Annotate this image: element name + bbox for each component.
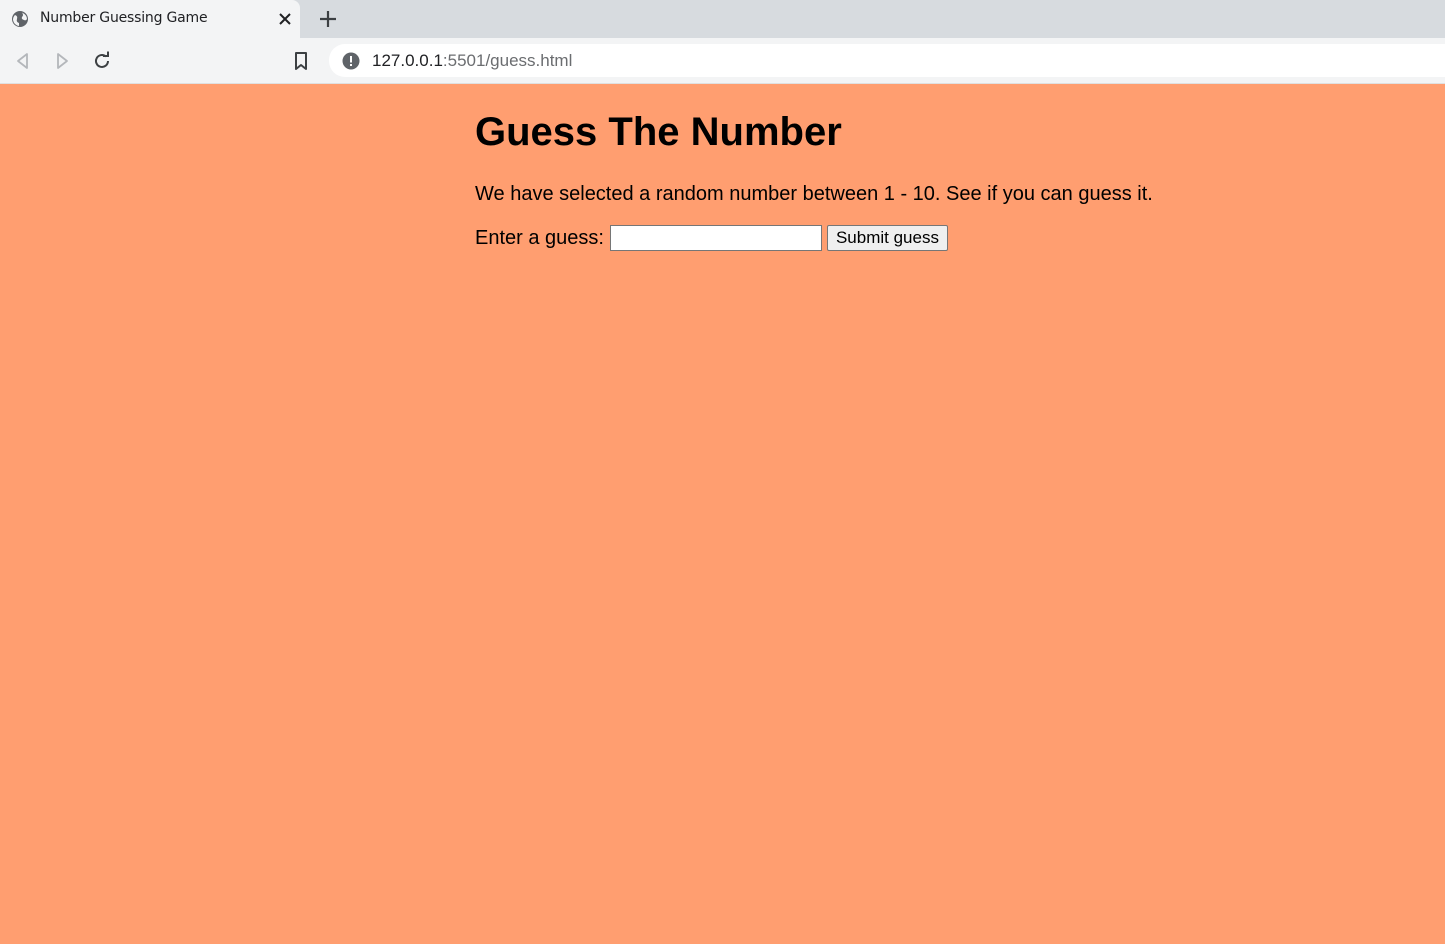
tab-strip: Number Guessing Game <box>0 0 1445 38</box>
url-text: 127.0.0.1:5501/guess.html <box>372 51 572 71</box>
plus-icon[interactable] <box>317 8 339 30</box>
guess-form: Enter a guess: Submit guess <box>475 225 948 251</box>
reload-icon[interactable] <box>91 50 113 72</box>
page-title: Guess The Number <box>475 110 842 154</box>
close-icon[interactable] <box>275 9 295 29</box>
info-icon[interactable] <box>341 51 361 71</box>
address-bar[interactable]: 127.0.0.1:5501/guess.html <box>329 44 1445 77</box>
back-arrow-icon[interactable] <box>12 50 34 72</box>
forward-arrow-icon[interactable] <box>51 50 73 72</box>
browser-toolbar: 127.0.0.1:5501/guess.html <box>0 38 1445 84</box>
tab-title: Number Guessing Game <box>40 10 208 26</box>
bookmark-icon[interactable] <box>290 50 312 72</box>
submit-guess-button[interactable]: Submit guess <box>826 225 948 251</box>
globe-icon <box>12 11 28 27</box>
url-host: 127.0.0.1 <box>372 51 443 70</box>
game-description: We have selected a random number between… <box>475 183 1153 205</box>
url-path: :5501/guess.html <box>442 51 573 70</box>
guess-input[interactable] <box>609 225 822 251</box>
browser-tab[interactable]: Number Guessing Game <box>0 0 300 38</box>
guess-label: Enter a guess: <box>475 226 604 249</box>
